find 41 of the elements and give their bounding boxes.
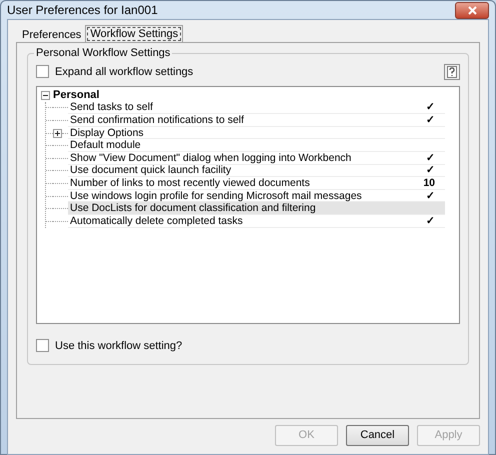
setting-label: Use DocLists for document classification and filtering [70,202,316,214]
checkbox[interactable] [36,65,49,78]
setting-value: ✓ [426,152,435,164]
setting-label: Automatically delete completed tasks [70,214,243,227]
setting-label: Show "View Document" dialog when logging into Workbench [70,152,352,164]
setting-label: Display Options [70,126,144,139]
setting-value: ✓ [426,214,435,227]
setting-row[interactable]: Use DocLists for document classification and filtering [68,202,445,215]
setting-row[interactable]: Number of links to most recently viewed documents 10 [68,177,445,190]
window-title: User Preferences for Ian001 [7,2,158,19]
setting-label: Use document quick launch facility [70,164,232,176]
setting-row[interactable]: Send confirmation notifications to self ✓ [68,114,445,127]
setting-value: 10 [423,176,435,189]
checkbox-label: Use this workflow setting? [55,338,182,354]
setting-value: ✓ [426,164,435,176]
expander-icon[interactable] [53,128,62,138]
group-title: Personal Workflow Settings [34,46,172,60]
setting-row[interactable]: Automatically delete completed tasks ✓ [68,214,445,228]
checkbox[interactable] [36,339,49,352]
setting-row[interactable]: Use document quick launch facility ✓ [68,164,445,178]
setting-row[interactable]: Default module [68,139,445,152]
setting-value: ✓ [426,101,435,114]
setting-label: Send confirmation notifications to self [70,114,244,126]
tab[interactable]: Workflow Settings [85,25,184,43]
setting-row[interactable]: Send tasks to self ✓ [68,102,445,114]
setting-label: Default module [70,139,141,152]
setting-row[interactable]: Show "View Document" dialog when logging into Workbench ✓ [68,152,445,165]
dialog-button[interactable]: Cancel [346,425,409,446]
close-button[interactable] [455,2,489,18]
expander-icon[interactable] [41,90,50,100]
tree-node[interactable]: Personal [53,88,100,102]
close-icon [468,6,476,14]
setting-label: Number of links to most recently viewed documents [70,176,310,189]
setting-label: Use windows login profile for sending Microsoft mail messages [70,190,362,202]
help-icon[interactable] [444,64,460,80]
setting-label: Send tasks to self [70,101,153,114]
tab[interactable]: Preferences [18,27,86,42]
setting-value: ✓ [426,190,435,202]
setting-value: ✓ [426,114,435,126]
setting-row[interactable]: Display Options [68,126,445,140]
checkbox-label: Expand all workflow settings [55,64,194,80]
